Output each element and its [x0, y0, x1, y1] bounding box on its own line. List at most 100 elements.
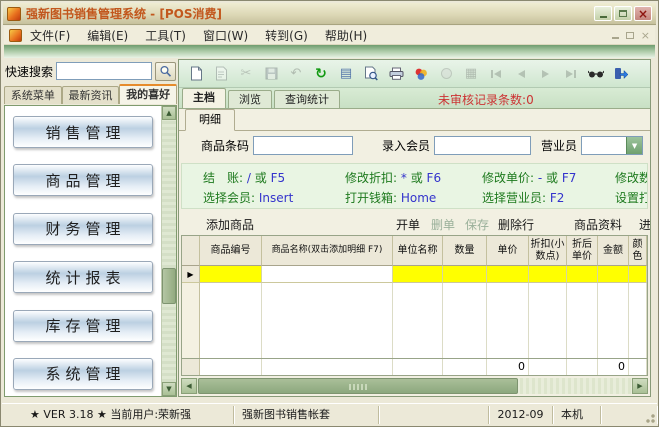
menu-edit[interactable]: 编辑(E) — [87, 27, 128, 44]
tab-master[interactable]: 主档 — [182, 88, 226, 108]
current-row-cell[interactable] — [200, 266, 262, 283]
open-bill-button[interactable]: 开单 — [396, 216, 420, 233]
current-row-cell[interactable] — [443, 266, 487, 283]
nav-next-icon[interactable] — [537, 65, 555, 83]
design-icon[interactable] — [412, 65, 430, 83]
hotkey-select-member: 选择会员: Insert — [203, 189, 293, 206]
menu-file[interactable]: 文件(F) — [30, 27, 70, 44]
search-button[interactable] — [155, 61, 176, 81]
sidebar-button-sales[interactable]: 销售管理 — [13, 116, 153, 148]
col-discounted-price[interactable]: 折后单价 — [567, 236, 598, 266]
tab-my-favorites[interactable]: 我的喜好 — [119, 84, 178, 104]
quick-search-input[interactable] — [56, 62, 152, 80]
current-row-cell[interactable] — [598, 266, 629, 283]
exit-icon[interactable] — [612, 65, 630, 83]
chevron-down-icon[interactable]: ▼ — [626, 137, 643, 154]
mdi-child-icon[interactable] — [9, 28, 22, 42]
maximize-button[interactable] — [614, 6, 632, 21]
current-row-cell[interactable] — [262, 266, 393, 283]
save-icon[interactable] — [262, 65, 280, 83]
new-doc-icon[interactable] — [187, 65, 205, 83]
header-gradient-band — [4, 45, 655, 58]
refresh-icon[interactable]: ↻ — [312, 65, 330, 83]
stamp-icon[interactable] — [437, 65, 455, 83]
hotkey-label: 选择营业员: — [482, 191, 547, 205]
current-row-cell[interactable] — [567, 266, 598, 283]
sidebar-button-finance[interactable]: 财务管理 — [13, 212, 153, 245]
current-row-cell[interactable] — [629, 266, 647, 283]
more-button[interactable]: 进 — [639, 216, 650, 233]
current-row[interactable]: ▶ — [182, 266, 647, 283]
col-item-code[interactable]: 商品编号 — [200, 236, 262, 266]
mdi-close-icon[interactable]: × — [641, 30, 650, 41]
print-icon[interactable] — [387, 65, 405, 83]
nav-last-icon[interactable] — [562, 65, 580, 83]
tab-system-menu[interactable]: 系统菜单 — [4, 86, 62, 104]
barcode-input[interactable] — [253, 136, 354, 155]
clerk-select[interactable]: ▼ — [581, 136, 644, 155]
nav-prev-icon[interactable] — [512, 65, 530, 83]
sidebar-button-inventory[interactable]: 库存管理 — [13, 309, 153, 342]
status-spacer — [379, 405, 489, 424]
tab-query-stats[interactable]: 查询统计 — [274, 90, 340, 108]
menu-tools[interactable]: 工具(T) — [145, 27, 186, 44]
hotkey-key: / — [246, 171, 251, 185]
grid-body[interactable] — [182, 283, 647, 358]
col-quantity[interactable]: 数量 — [443, 236, 487, 266]
current-row-cell[interactable] — [393, 266, 443, 283]
save-button[interactable]: 保存 — [465, 216, 489, 233]
member-input[interactable] — [434, 136, 532, 155]
tab-latest-news[interactable]: 最新资讯 — [61, 86, 120, 104]
col-color[interactable]: 颜色 — [629, 236, 647, 266]
col-discount[interactable]: 折扣(小数点) — [529, 236, 567, 266]
undo-icon[interactable]: ↶ — [287, 65, 305, 83]
minimize-button[interactable] — [594, 6, 612, 21]
scrollbar-thumb[interactable] — [198, 378, 518, 394]
mdi-restore-icon[interactable] — [625, 31, 634, 39]
scroll-up-icon[interactable]: ▲ — [162, 106, 176, 120]
totals-cell — [529, 359, 567, 375]
menu-help[interactable]: 帮助(H) — [325, 27, 367, 44]
col-amount[interactable]: 金额 — [598, 236, 629, 266]
quick-search-label: 快速搜索 — [5, 64, 54, 79]
scroll-down-icon[interactable]: ▼ — [162, 382, 176, 396]
glasses-icon[interactable] — [587, 65, 605, 83]
grid-column — [443, 283, 487, 358]
sidebar-button-reports[interactable]: 统计报表 — [13, 261, 153, 294]
col-unit-price[interactable]: 单价 — [487, 236, 529, 266]
current-row-cell[interactable] — [487, 266, 529, 283]
grid-icon[interactable]: ▦ — [462, 65, 480, 83]
col-item-name[interactable]: 商品名称(双击添加明细 F7) — [262, 236, 393, 266]
scroll-right-icon[interactable]: ▶ — [632, 378, 648, 394]
delete-row-button[interactable]: 删除行 — [498, 216, 534, 233]
item-info-button[interactable]: 商品资料 — [574, 216, 622, 233]
void-bill-button[interactable]: 删单 — [431, 216, 455, 233]
grid-column — [529, 283, 567, 358]
menu-window[interactable]: 窗口(W) — [203, 27, 248, 44]
nav-first-icon[interactable] — [487, 65, 505, 83]
col-unit-name[interactable]: 单位名称 — [393, 236, 443, 266]
close-button[interactable]: × — [634, 6, 652, 21]
mdi-minimize-icon[interactable] — [611, 37, 619, 39]
grid-horizontal-scrollbar[interactable]: ◀ ▶ — [181, 378, 648, 394]
tab-detail[interactable]: 明细 — [185, 109, 235, 131]
tab-browse[interactable]: 浏览 — [228, 90, 272, 108]
barcode-group: 商品条码 — [201, 136, 354, 155]
hotkey-sep: 或 — [546, 171, 559, 185]
bill-icon[interactable]: ▤ — [337, 65, 355, 83]
print-preview-icon[interactable] — [362, 65, 380, 83]
open-doc-icon[interactable] — [212, 65, 230, 83]
hotkey-label: 修改单价: — [482, 171, 535, 185]
scrollbar-thumb[interactable] — [162, 268, 176, 305]
grid-column — [393, 283, 443, 358]
sidebar-button-products[interactable]: 商品管理 — [13, 164, 153, 197]
menu-goto[interactable]: 转到(G) — [265, 27, 308, 44]
sidebar-scrollbar[interactable]: ▲ ▼ — [161, 106, 176, 396]
hotkey-sep: 或 — [410, 171, 423, 185]
scroll-left-icon[interactable]: ◀ — [181, 378, 197, 394]
cut-icon[interactable]: ✂ — [237, 65, 255, 83]
sidebar-button-system[interactable]: 系统管理 — [13, 357, 153, 390]
resize-grip[interactable] — [643, 411, 655, 423]
add-item-button[interactable]: 添加商品 — [206, 216, 254, 233]
current-row-cell[interactable] — [529, 266, 567, 283]
